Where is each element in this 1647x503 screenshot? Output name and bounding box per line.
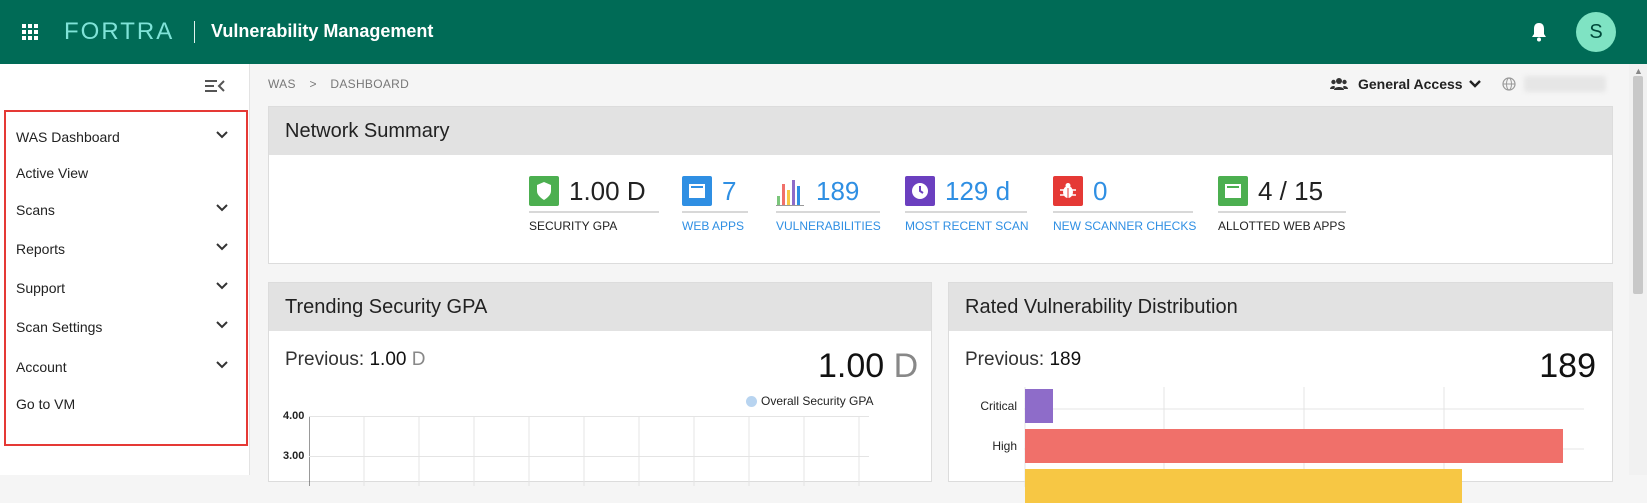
chevron-down-icon	[216, 282, 228, 290]
legend-dot	[746, 395, 757, 407]
window-icon	[682, 176, 712, 206]
previous-gpa: Previous: 1.00 D	[285, 349, 425, 371]
sidebar-nav-highlight: WAS Dashboard Active View Scans Reports …	[4, 110, 248, 446]
breadcrumb: WAS > DASHBOARD	[268, 77, 419, 91]
shield-icon	[529, 176, 559, 206]
breadcrumb-was[interactable]: WAS	[268, 77, 296, 91]
sidebar-item-scan-settings[interactable]: Scan Settings	[16, 312, 240, 342]
metric-value: 7	[722, 175, 737, 206]
bar-label: High	[992, 439, 1017, 453]
metric-value: 189	[816, 175, 860, 206]
card-title: Network Summary	[269, 107, 1612, 155]
y-tick-label: 4.00	[283, 410, 305, 422]
sidebar-item-go-to-vm[interactable]: Go to VM	[16, 389, 240, 419]
metric-label: NEW SCANNER CHECKS	[1053, 211, 1196, 233]
sidebar: WAS Dashboard Active View Scans Reports …	[0, 64, 250, 475]
metric-label: MOST RECENT SCAN	[905, 211, 1029, 233]
user-avatar[interactable]: S	[1576, 12, 1616, 52]
sidebar-item-label: Active View	[16, 165, 89, 181]
notification-bell-icon[interactable]	[1530, 22, 1548, 42]
gpa-chart-grid	[309, 416, 869, 486]
chevron-down-icon	[1468, 80, 1481, 88]
chevron-down-icon	[216, 321, 228, 329]
page-scrollbar[interactable]: ▲	[1629, 64, 1647, 475]
current-grade: D	[893, 347, 919, 385]
chevron-down-icon	[216, 131, 228, 139]
previous-grade: D	[411, 349, 426, 370]
sidebar-item-active-view[interactable]: Active View	[16, 158, 240, 188]
sidebar-item-label: Go to VM	[16, 396, 76, 412]
redacted-account-name[interactable]	[1524, 76, 1606, 92]
sidebar-item-label: WAS Dashboard	[16, 129, 120, 145]
sidebar-item-label: Reports	[16, 241, 66, 257]
window-icon	[1218, 176, 1248, 206]
distribution-bar[interactable]	[1025, 469, 1462, 503]
sidebar-item-label: Scans	[16, 202, 55, 218]
rated-vulnerability-distribution-card: Rated Vulnerability Distribution Previou…	[948, 282, 1613, 503]
previous-label: Previous:	[285, 349, 365, 370]
metric-security-gpa: 1.00 D SECURITY GPA	[529, 175, 659, 233]
chevron-down-icon	[216, 204, 228, 212]
metric-allotted-web-apps: 4 / 15 ALLOTTED WEB APPS	[1218, 175, 1346, 233]
scrollbar-thumb[interactable]	[1633, 76, 1643, 294]
metric-value: 4 / 15	[1258, 175, 1324, 206]
scroll-up-arrow-icon[interactable]: ▲	[1634, 66, 1643, 76]
sidebar-item-scans[interactable]: Scans	[16, 195, 240, 225]
chevron-down-icon	[216, 243, 228, 251]
chart-legend[interactable]: Overall Security GPA	[746, 394, 873, 408]
access-group-selector[interactable]: General Access	[1330, 76, 1481, 92]
current-gpa: 1.00 D	[818, 347, 918, 386]
sidebar-item-label: Support	[16, 280, 66, 296]
distribution-bar[interactable]	[1025, 389, 1053, 423]
metric-vulnerabilities[interactable]: 189 VULNERABILITIES	[776, 175, 881, 233]
previous-vulnerabilities: Previous: 189	[965, 349, 1081, 371]
metric-web-apps[interactable]: 7 WEB APPS	[682, 175, 748, 233]
metric-label: SECURITY GPA	[529, 211, 659, 233]
logo-divider	[194, 21, 195, 43]
card-title: Trending Security GPA	[269, 283, 931, 331]
sidebar-item-label: Scan Settings	[16, 319, 103, 335]
metric-value: 0	[1093, 175, 1108, 206]
clock-icon	[905, 176, 935, 206]
sidebar-item-support[interactable]: Support	[16, 273, 240, 303]
metric-value: 129 d	[945, 175, 1011, 206]
previous-label: Previous:	[965, 349, 1045, 370]
current-value: 1.00	[818, 347, 885, 385]
metric-label: WEB APPS	[682, 211, 748, 233]
sidebar-item-reports[interactable]: Reports	[16, 234, 240, 264]
chevron-down-icon	[216, 361, 228, 369]
metric-new-scanner-checks[interactable]: 0 NEW SCANNER CHECKS	[1053, 175, 1196, 233]
previous-value: 1.00	[369, 349, 407, 370]
metric-label: ALLOTTED WEB APPS	[1218, 211, 1346, 233]
app-title: Vulnerability Management	[211, 21, 434, 41]
breadcrumb-separator: >	[309, 77, 317, 91]
previous-value: 189	[1049, 349, 1082, 370]
top-bar: FORTRA Vulnerability Management S	[0, 0, 1647, 64]
globe-icon[interactable]	[1502, 77, 1516, 91]
legend-label: Overall Security GPA	[761, 394, 874, 408]
access-label: General Access	[1358, 76, 1463, 92]
sidebar-item-was-dashboard[interactable]: WAS Dashboard	[16, 122, 240, 152]
current-vulnerabilities: 189	[1539, 347, 1596, 385]
metric-value: 1.00 D	[569, 175, 646, 206]
fortra-logo: FORTRA	[64, 18, 175, 45]
distribution-bar[interactable]	[1025, 429, 1563, 463]
apps-grid-icon[interactable]	[22, 24, 38, 40]
bar-chart-icon	[776, 180, 804, 206]
sidebar-item-account[interactable]: Account	[16, 352, 240, 382]
breadcrumb-dashboard: DASHBOARD	[330, 77, 410, 91]
card-title: Rated Vulnerability Distribution	[949, 283, 1612, 331]
metric-most-recent-scan[interactable]: 129 d MOST RECENT SCAN	[905, 175, 1029, 233]
sidebar-item-label: Account	[16, 359, 67, 375]
bar-label: Critical	[980, 399, 1017, 413]
collapse-sidebar-icon[interactable]	[205, 78, 225, 94]
trending-security-gpa-card: Trending Security GPA Previous: 1.00 D 1…	[268, 282, 932, 486]
bug-icon	[1053, 176, 1083, 206]
y-tick-label: 3.00	[283, 450, 305, 462]
metric-label: VULNERABILITIES	[776, 211, 881, 233]
people-icon	[1330, 78, 1348, 90]
